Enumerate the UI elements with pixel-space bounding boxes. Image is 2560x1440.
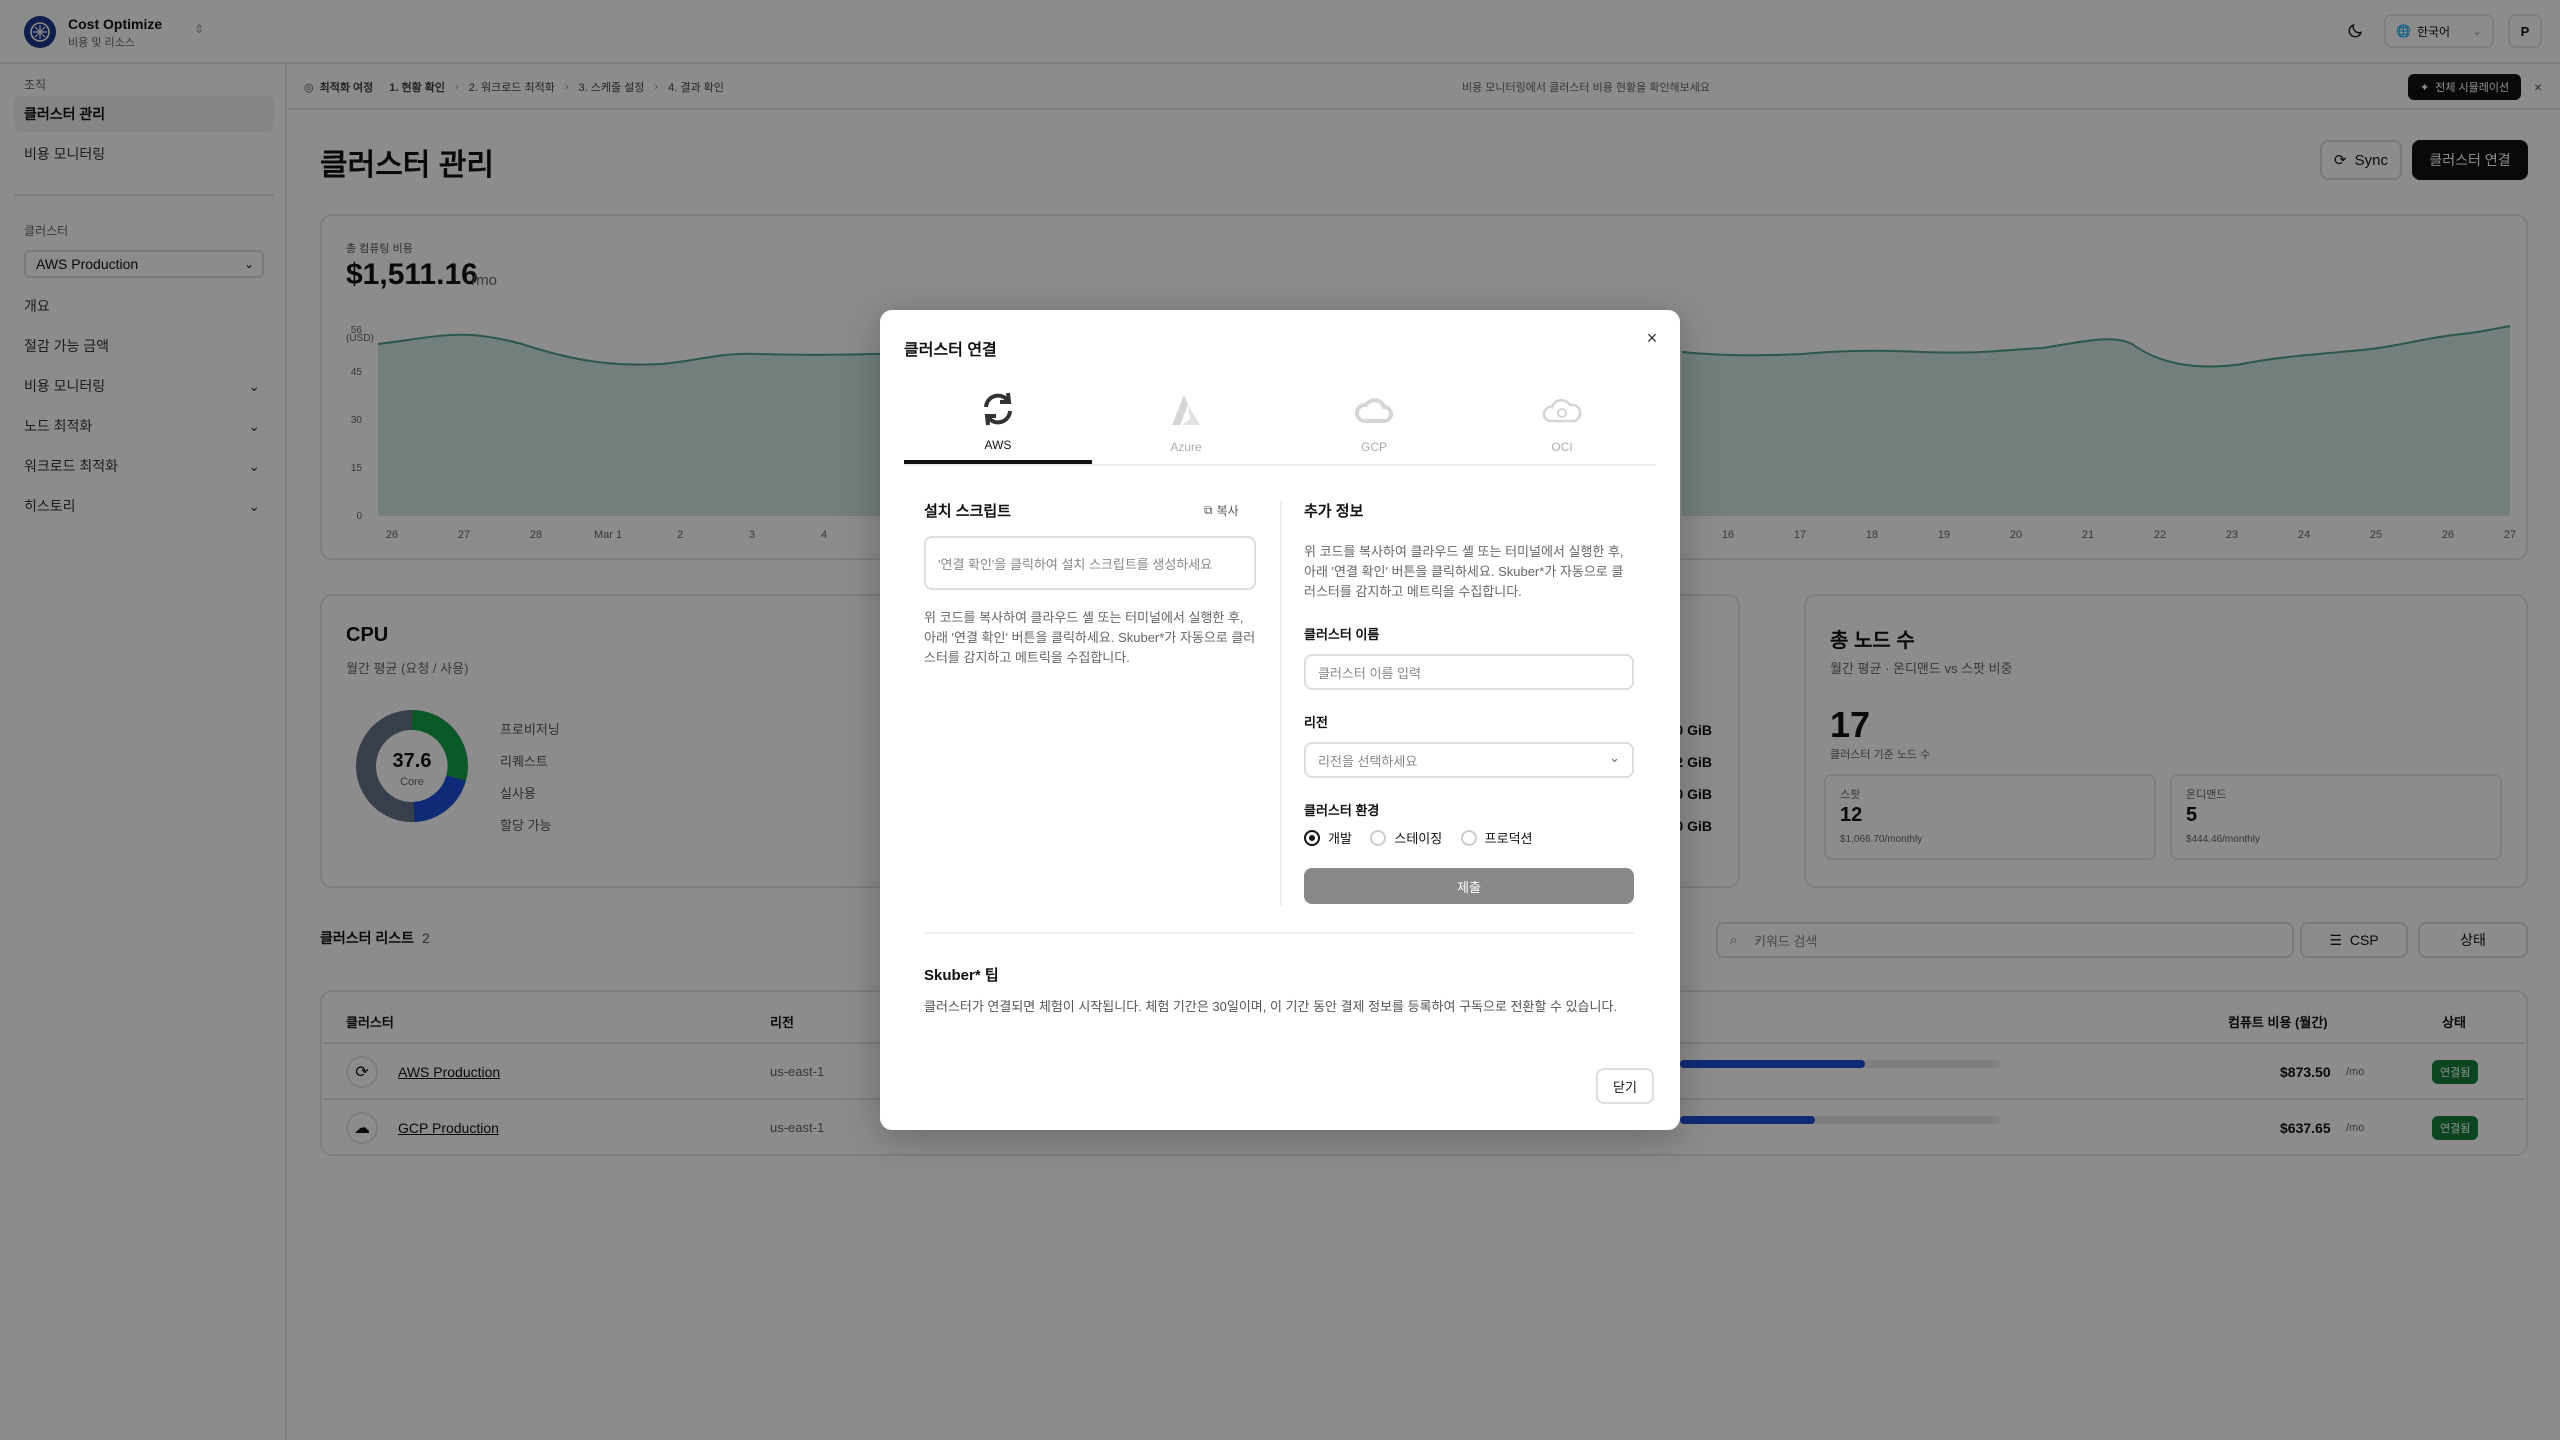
cluster-name-label: 클러스터 이름 <box>1304 627 1380 642</box>
region-select-placeholder: 리전을 선택하세요 <box>1318 753 1418 769</box>
tab-gcp-label: GCP <box>1360 439 1387 454</box>
tab-oci[interactable]: OCI <box>1468 380 1656 464</box>
extra-info-title: 추가 정보 <box>1304 503 1364 520</box>
tab-divider <box>904 464 1656 466</box>
tab-aws[interactable]: AWS <box>904 380 1092 464</box>
radio-unchecked-icon <box>1460 829 1477 846</box>
env-radio-dev[interactable]: 개발 <box>1304 828 1352 847</box>
oci-cloud-icon <box>1542 391 1582 436</box>
install-description: 위 코드를 복사하여 클라우드 셸 또는 터미널에서 실행한 후, 아래 '연결… <box>924 610 1256 665</box>
env-radio-staging[interactable]: 스테이징 <box>1370 828 1442 847</box>
azure-logo-icon <box>1166 391 1206 436</box>
gcp-cloud-icon <box>1354 391 1394 436</box>
tab-azure[interactable]: Azure <box>1092 380 1280 464</box>
copy-button[interactable]: ⧉ 복사 <box>1204 502 1239 519</box>
cluster-name-input[interactable]: 클러스터 이름 입력 <box>1304 654 1634 690</box>
extra-info-description: 위 코드를 복사하여 클라우드 셸 또는 터미널에서 실행한 후, 아래 '연결… <box>1304 544 1624 599</box>
copy-button-label: 복사 <box>1216 504 1239 518</box>
radio-checked-icon <box>1304 829 1320 846</box>
env-radio-label: 프로덕션 <box>1484 831 1533 846</box>
column-divider <box>1280 500 1282 906</box>
chevron-down-icon: ⌄ <box>1609 750 1620 765</box>
env-radio-label: 개발 <box>1328 831 1352 846</box>
tab-gcp[interactable]: GCP <box>1280 380 1468 464</box>
tab-oci-label: OCI <box>1551 439 1573 454</box>
env-radio-group: 개발 스테이징 프로덕션 <box>1304 828 1547 851</box>
copy-icon: ⧉ <box>1204 503 1213 517</box>
connect-cluster-modal: 클러스터 연결 × AWS Azure GCP OCI 설치 스크립트 ⧉ 복사… <box>880 310 1680 1130</box>
close-icon[interactable]: × <box>1640 326 1664 350</box>
tip-text: 클러스터가 연결되면 체험이 시작됩니다. 체험 기간은 30일이며, 이 기간… <box>924 999 1618 1014</box>
region-label: 리전 <box>1304 715 1328 730</box>
install-script-box[interactable]: '연결 확인'을 클릭하여 설치 스크립트를 생성하세요 <box>924 536 1256 590</box>
region-select[interactable]: 리전을 선택하세요 ⌄ <box>1304 742 1634 778</box>
aws-sync-icon <box>978 389 1018 434</box>
tip-title: Skuber* 팁 <box>924 967 999 984</box>
modal-title: 클러스터 연결 <box>904 342 997 359</box>
tab-aws-label: AWS <box>984 437 1012 452</box>
close-button[interactable]: 닫기 <box>1596 1068 1654 1104</box>
env-radio-production[interactable]: 프로덕션 <box>1460 828 1533 847</box>
tip-divider <box>924 932 1634 934</box>
radio-unchecked-icon <box>1370 829 1387 846</box>
submit-button[interactable]: 제출 <box>1304 868 1634 904</box>
cluster-env-label: 클러스터 환경 <box>1304 803 1380 818</box>
tab-azure-label: Azure <box>1170 439 1202 454</box>
env-radio-label: 스테이징 <box>1394 831 1443 846</box>
install-script-title: 설치 스크립트 <box>924 503 1011 520</box>
